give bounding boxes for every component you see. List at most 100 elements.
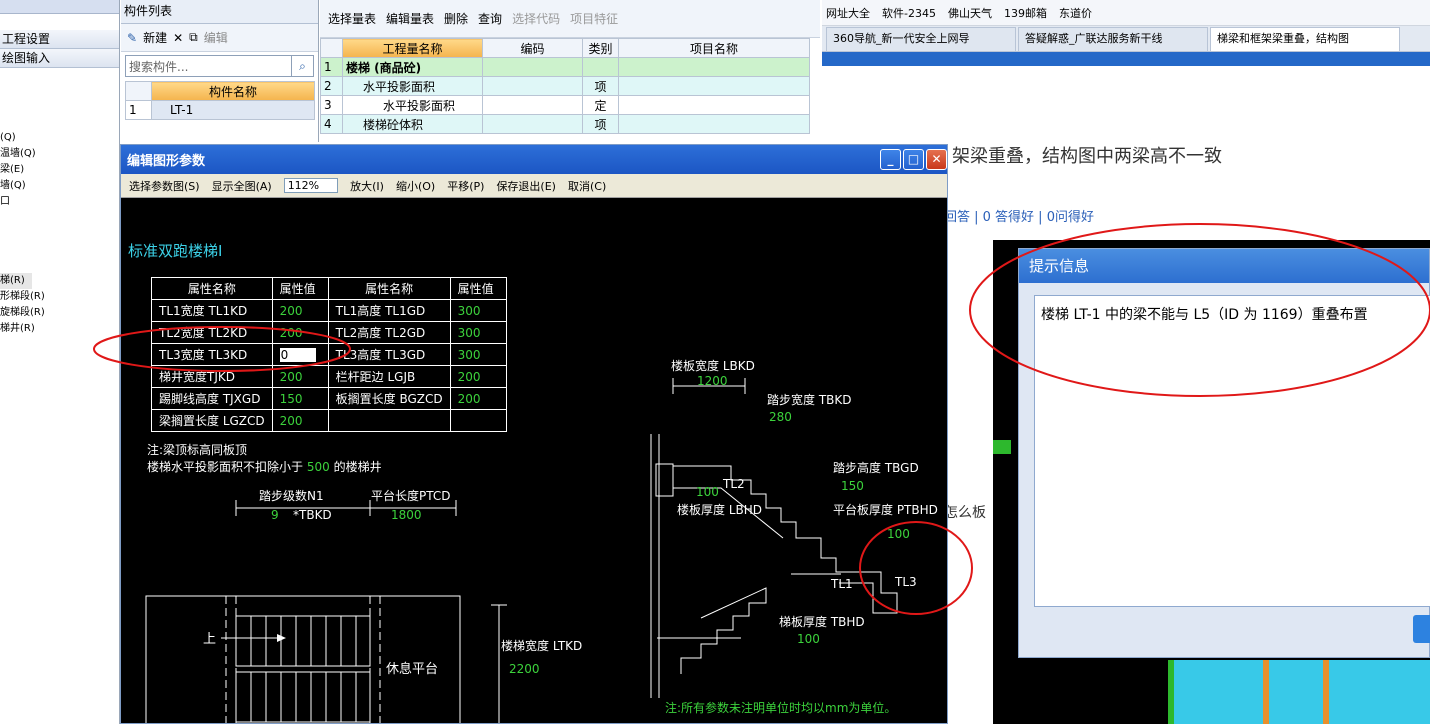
col-header[interactable]: 编码 — [482, 38, 583, 58]
edit-table-button[interactable]: 编辑量表 — [386, 10, 434, 27]
nav-project-settings[interactable]: 工程设置 — [0, 30, 119, 49]
favorite-link[interactable]: 网址大全 — [826, 5, 870, 21]
steps-value[interactable]: 9 — [271, 508, 279, 522]
zoom-in-button[interactable]: 放大(I) — [350, 178, 384, 194]
tread-height-value[interactable]: 150 — [841, 479, 864, 493]
cell-type[interactable]: 项 — [582, 76, 619, 96]
cell-code[interactable] — [482, 95, 583, 115]
cell-name[interactable]: 楼梯砼体积 — [342, 114, 483, 134]
tread-width-value[interactable]: 280 — [769, 410, 792, 424]
answer-text: 怎么板 — [944, 505, 986, 521]
tree-item-stair[interactable]: 梯(R) — [0, 273, 32, 289]
tree-item[interactable]: 梯井(R) — [0, 321, 119, 337]
cell-item[interactable] — [618, 76, 810, 96]
tl3kd-input[interactable]: 0 — [279, 347, 316, 362]
component-name[interactable]: LT-1 — [151, 100, 315, 120]
slab-width-value[interactable]: 1200 — [697, 374, 728, 388]
select-diagram-button[interactable]: 选择参数图(S) — [129, 178, 200, 194]
param-name: TL2宽度 TL2KD — [151, 321, 273, 344]
param-value-cell[interactable]: 0 — [271, 343, 329, 366]
favorite-link[interactable]: 软件-2345 — [882, 5, 936, 21]
browser-tab[interactable]: 360导航_新一代安全上网导 — [826, 27, 1016, 51]
cell-type[interactable] — [582, 57, 619, 77]
param-value[interactable]: 200 — [271, 321, 329, 344]
stair-slab-thickness-value[interactable]: 100 — [797, 632, 820, 646]
table-row[interactable]: 1 楼梯 (商品砼) — [320, 57, 810, 77]
delete-icon[interactable]: ✕ — [173, 31, 183, 45]
favorite-link[interactable]: 139邮箱 — [1004, 5, 1047, 21]
param-value[interactable] — [449, 409, 507, 432]
nav-draw-input[interactable]: 绘图输入 — [0, 49, 119, 68]
cell-name[interactable]: 水平投影面积 — [342, 95, 483, 115]
slab-thickness-value[interactable]: 100 — [696, 485, 719, 499]
pan-button[interactable]: 平移(P) — [447, 178, 484, 194]
tree-item[interactable]: 形梯段(R) — [0, 289, 119, 305]
tree-item[interactable]: 梁(E) — [0, 162, 119, 178]
cell-name[interactable]: 水平投影面积 — [342, 76, 483, 96]
cancel-button[interactable]: 取消(C) — [568, 178, 606, 194]
copy-icon[interactable]: ⧉ — [189, 30, 198, 45]
param-value[interactable]: 200 — [449, 387, 507, 410]
select-code-button[interactable]: 选择代码 — [512, 10, 560, 27]
param-value[interactable]: 200 — [271, 299, 329, 322]
tree-item[interactable]: 旋梯段(R) — [0, 305, 119, 321]
param-value[interactable]: 300 — [449, 343, 507, 366]
browser-tab[interactable]: 答疑解惑_广联达服务新干线 — [1018, 27, 1208, 51]
question-stats[interactable]: 回答 | 0 答得好 | 0问得好 — [944, 206, 1094, 225]
cell-type[interactable]: 定 — [582, 95, 619, 115]
note-value[interactable]: 500 — [307, 460, 330, 474]
browser-tab-active[interactable]: 梯梁和框架梁重叠，结构图 — [1210, 27, 1400, 51]
cell-code[interactable] — [482, 57, 583, 77]
component-name-header[interactable]: 构件名称 — [151, 81, 315, 101]
search-icon[interactable]: ⌕ — [291, 56, 313, 76]
param-value[interactable]: 300 — [449, 299, 507, 322]
ok-button[interactable] — [1413, 615, 1430, 643]
query-button[interactable]: 查询 — [478, 10, 502, 27]
param-value[interactable]: 300 — [449, 321, 507, 344]
cell-code[interactable] — [482, 76, 583, 96]
search-input[interactable]: 搜索构件... — [126, 58, 291, 75]
item-feature-button[interactable]: 项目特征 — [570, 10, 618, 27]
select-table-button[interactable]: 选择量表 — [328, 10, 376, 27]
delete-button[interactable]: 删除 — [444, 10, 468, 27]
component-search[interactable]: 搜索构件... ⌕ — [125, 55, 314, 77]
col-header[interactable]: 工程量名称 — [342, 38, 483, 58]
new-icon[interactable]: ✎ — [127, 31, 137, 45]
component-row[interactable]: 1 LT-1 — [125, 100, 315, 120]
col-header[interactable]: 类别 — [582, 38, 619, 58]
tree-item[interactable]: (Q) — [0, 130, 119, 146]
param-value[interactable]: 200 — [271, 365, 329, 388]
edit-button[interactable]: 编辑 — [204, 29, 228, 46]
new-button[interactable]: 新建 — [143, 29, 167, 46]
cell-name[interactable]: 楼梯 (商品砼) — [342, 57, 483, 77]
table-row[interactable]: 3 水平投影面积 定 — [320, 95, 810, 115]
minimize-icon[interactable]: _ — [880, 149, 901, 170]
zoom-select[interactable]: 112% — [283, 178, 339, 193]
drawing-canvas[interactable]: 标准双跑楼梯Ⅰ 属性名称 属性值 属性名称 属性值 TL1宽度 TL1KD 200 TL1… — [121, 198, 947, 723]
param-value[interactable]: 200 — [449, 365, 507, 388]
show-all-button[interactable]: 显示全图(A) — [212, 178, 272, 194]
tread-height-label: 踏步高度 TBGD — [833, 460, 919, 475]
table-row[interactable]: 4 楼梯砼体积 项 — [320, 114, 810, 134]
cell-item[interactable] — [618, 57, 810, 77]
col-header[interactable]: 项目名称 — [618, 38, 810, 58]
zoom-out-button[interactable]: 缩小(O) — [396, 178, 435, 194]
save-exit-button[interactable]: 保存退出(E) — [496, 178, 556, 194]
param-value[interactable]: 200 — [271, 409, 329, 432]
stair-width-value[interactable]: 2200 — [509, 662, 540, 676]
close-icon[interactable]: ✕ — [926, 149, 947, 170]
cell-code[interactable] — [482, 114, 583, 134]
tree-item[interactable]: 温墙(Q) — [0, 146, 119, 162]
platform-length-value[interactable]: 1800 — [391, 508, 422, 522]
tree-item[interactable]: 墙(Q) — [0, 178, 119, 194]
platform-thickness-value[interactable]: 100 — [887, 527, 910, 541]
maximize-icon[interactable]: □ — [903, 149, 924, 170]
table-row[interactable]: 2 水平投影面积 项 — [320, 76, 810, 96]
favorite-link[interactable]: 东道价 — [1059, 5, 1092, 21]
cell-type[interactable]: 项 — [582, 114, 619, 134]
cell-item[interactable] — [618, 95, 810, 115]
cell-item[interactable] — [618, 114, 810, 134]
param-value[interactable]: 150 — [271, 387, 329, 410]
favorite-link[interactable]: 佛山天气 — [948, 5, 992, 21]
tree-item[interactable]: 口 — [0, 194, 119, 210]
